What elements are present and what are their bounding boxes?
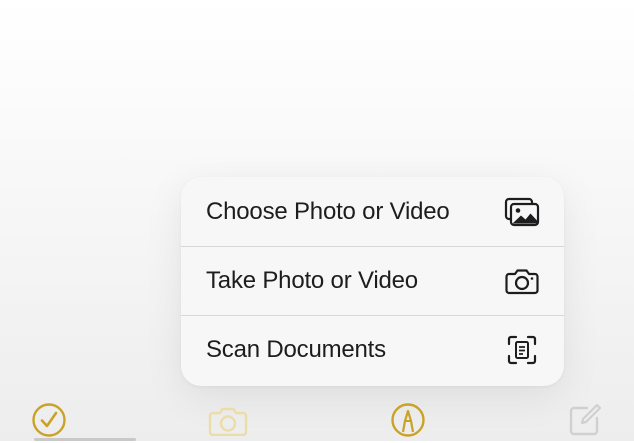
markup-pen-icon — [390, 402, 426, 443]
choose-photo-or-video-label: Choose Photo or Video — [206, 197, 450, 225]
camera-icon — [208, 404, 248, 441]
take-photo-or-video-item[interactable]: Take Photo or Video — [181, 246, 564, 315]
checklist-icon — [31, 402, 67, 443]
bottom-toolbar — [0, 400, 634, 441]
checklist-button[interactable] — [29, 402, 69, 442]
camera-icon — [504, 264, 540, 298]
camera-toolbar-button[interactable] — [208, 402, 248, 442]
compose-icon — [567, 402, 603, 443]
compose-button[interactable] — [565, 402, 605, 442]
choose-photo-or-video-item[interactable]: Choose Photo or Video — [181, 177, 564, 246]
scan-documents-item[interactable]: Scan Documents — [181, 315, 564, 384]
attachment-menu: Choose Photo or Video Take Photo or Vide… — [181, 177, 564, 386]
markup-button[interactable] — [388, 402, 428, 442]
document-scanner-icon — [504, 333, 540, 367]
take-photo-or-video-label: Take Photo or Video — [206, 267, 418, 294]
photo-library-icon — [504, 195, 540, 229]
scan-documents-label: Scan Documents — [206, 336, 386, 363]
